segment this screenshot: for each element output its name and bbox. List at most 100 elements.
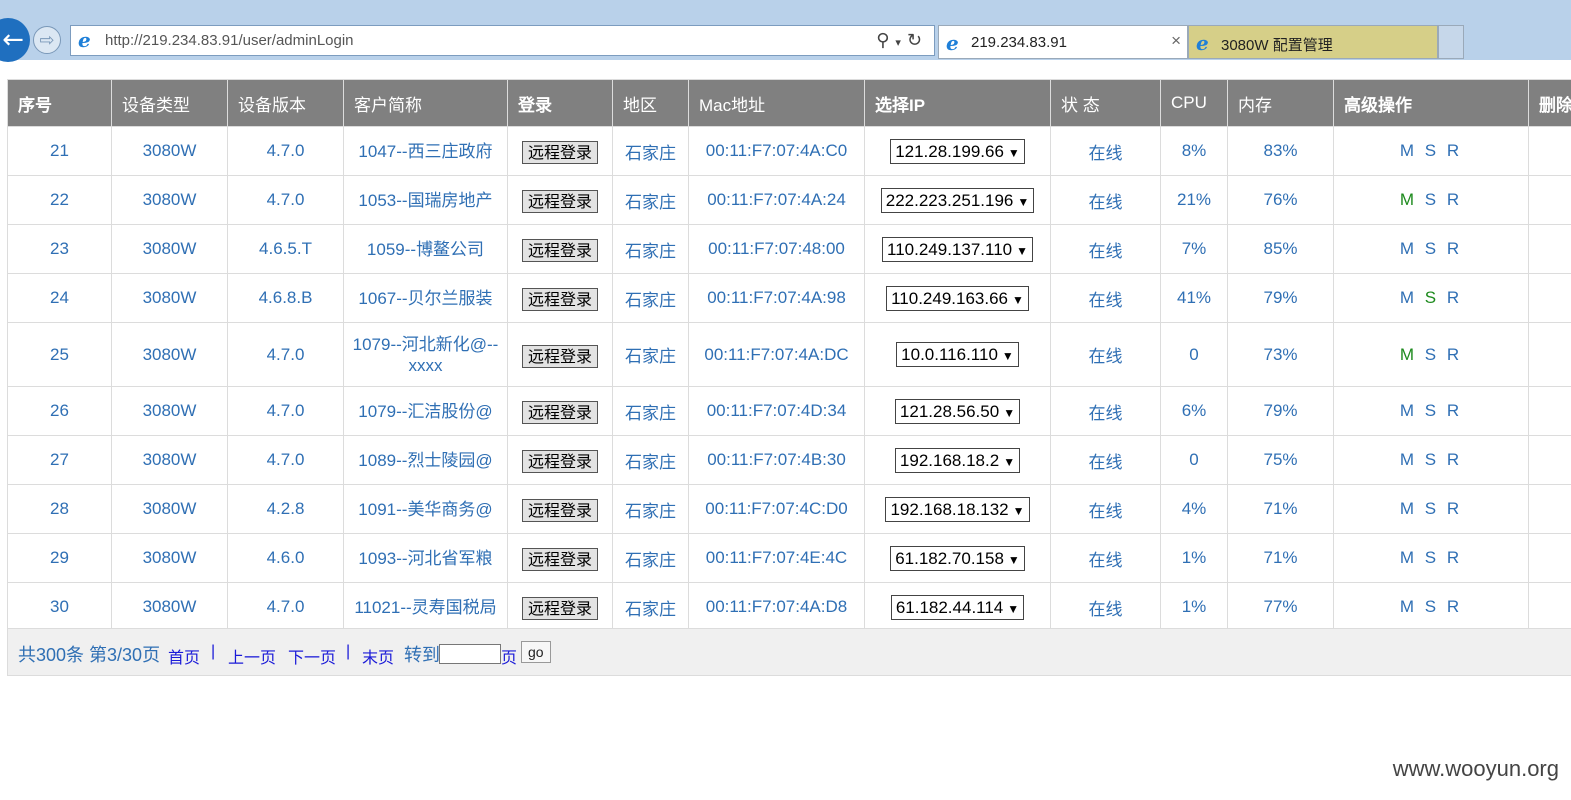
ip-cell: 222.223.251.196 ▼ bbox=[864, 175, 1051, 225]
close-icon[interactable]: × bbox=[1171, 31, 1181, 51]
delete-cell[interactable] bbox=[1528, 582, 1571, 632]
last-page-link[interactable]: 末页 bbox=[362, 644, 394, 668]
op-s-link[interactable]: S bbox=[1425, 499, 1439, 518]
op-s-link[interactable]: S bbox=[1425, 401, 1439, 420]
op-m-link[interactable]: M bbox=[1400, 141, 1417, 160]
next-page-link[interactable]: 下一页 bbox=[288, 644, 336, 668]
op-r-link[interactable]: R bbox=[1447, 141, 1462, 160]
delete-cell[interactable] bbox=[1528, 322, 1571, 387]
new-tab-button[interactable] bbox=[1438, 25, 1464, 59]
op-s-link[interactable]: S bbox=[1425, 597, 1439, 616]
remote-login-button[interactable]: 远程登录 bbox=[521, 597, 598, 620]
refresh-icon[interactable]: ↻ bbox=[907, 30, 928, 51]
ip-select[interactable]: 61.182.70.158 ▼ bbox=[890, 545, 1025, 571]
op-r-link[interactable]: R bbox=[1447, 345, 1462, 364]
op-m-link[interactable]: M bbox=[1400, 239, 1417, 258]
delete-cell[interactable] bbox=[1528, 533, 1571, 583]
delete-cell[interactable] bbox=[1528, 224, 1571, 274]
ip-select[interactable]: 121.28.199.66 ▼ bbox=[890, 138, 1025, 164]
op-m-link[interactable]: M bbox=[1400, 190, 1417, 209]
op-m-link[interactable]: M bbox=[1400, 345, 1417, 364]
remote-login-button[interactable]: 远程登录 bbox=[521, 450, 598, 473]
prev-page-link[interactable]: 上一页 bbox=[228, 644, 276, 668]
ip-select[interactable]: 222.223.251.196 ▼ bbox=[880, 187, 1035, 213]
ip-select[interactable]: 110.249.163.66 ▼ bbox=[886, 285, 1029, 311]
ip-select-value: 121.28.199.66 bbox=[895, 141, 1004, 161]
op-r-link[interactable]: R bbox=[1447, 597, 1462, 616]
remote-login-button[interactable]: 远程登录 bbox=[521, 344, 598, 368]
op-r-link[interactable]: R bbox=[1447, 450, 1462, 469]
op-m-link[interactable]: M bbox=[1400, 450, 1417, 469]
browser-toolbar: ← ⇨ e http://219.234.83.91/user/adminLog… bbox=[0, 0, 1571, 62]
table-row: 28 3080W 4.2.8 1091--美华商务@ 远程登录 石家庄 00:11:F7:0… bbox=[7, 484, 1571, 534]
delete-cell[interactable] bbox=[1528, 435, 1571, 485]
search-icon[interactable]: ⚲ bbox=[876, 30, 895, 51]
remote-login-button[interactable]: 远程登录 bbox=[521, 288, 598, 311]
region: 石家庄 bbox=[612, 386, 689, 436]
op-r-link[interactable]: R bbox=[1447, 401, 1462, 420]
go-button[interactable]: go bbox=[521, 641, 551, 663]
address-bar[interactable]: e http://219.234.83.91/user/adminLogin ⚲… bbox=[70, 25, 935, 56]
op-m-link[interactable]: M bbox=[1400, 401, 1417, 420]
op-s-link[interactable]: S bbox=[1425, 288, 1439, 307]
header-mac: Mac地址 bbox=[688, 79, 865, 127]
tab-config-management[interactable]: e 3080W 配置管理 bbox=[1188, 25, 1438, 59]
ip-select[interactable]: 10.0.116.110 ▼ bbox=[896, 342, 1019, 367]
advanced-ops: M S R bbox=[1333, 126, 1529, 176]
ip-select-value: 192.168.18.2 bbox=[899, 450, 1000, 470]
table-row: 23 3080W 4.6.5.T 1059--博鳌公司 远程登录 石家庄 00:11:F7:… bbox=[7, 224, 1571, 274]
op-s-link[interactable]: S bbox=[1425, 548, 1439, 567]
op-s-link[interactable]: S bbox=[1425, 239, 1439, 258]
op-s-link[interactable]: S bbox=[1425, 345, 1439, 364]
status-text: 在线 bbox=[1050, 435, 1161, 485]
op-m-link[interactable]: M bbox=[1400, 548, 1417, 567]
tab-admin-login[interactable]: e 219.234.83.91 × bbox=[938, 25, 1188, 59]
ip-select[interactable]: 121.28.56.50 ▼ bbox=[894, 398, 1021, 424]
op-r-link[interactable]: R bbox=[1447, 288, 1462, 307]
customer-name: 11021--灵寿国税局 bbox=[343, 582, 508, 632]
device-type: 3080W bbox=[111, 582, 228, 632]
delete-cell[interactable] bbox=[1528, 126, 1571, 176]
remote-login-button[interactable]: 远程登录 bbox=[521, 190, 598, 213]
advanced-ops: M S R bbox=[1333, 435, 1529, 485]
ip-select[interactable]: 61.182.44.114 ▼ bbox=[890, 594, 1025, 620]
login-cell: 远程登录 bbox=[507, 273, 613, 323]
remote-login-button[interactable]: 远程登录 bbox=[521, 499, 598, 522]
device-version: 4.7.0 bbox=[227, 386, 344, 436]
ip-select[interactable]: 110.249.137.110 ▼ bbox=[882, 236, 1033, 262]
first-page-link[interactable]: 首页 bbox=[168, 644, 200, 668]
op-r-link[interactable]: R bbox=[1447, 499, 1462, 518]
back-button[interactable]: ← bbox=[0, 18, 30, 62]
delete-cell[interactable] bbox=[1528, 175, 1571, 225]
remote-login-button[interactable]: 远程登录 bbox=[521, 141, 598, 164]
login-cell: 远程登录 bbox=[507, 582, 613, 632]
op-m-link[interactable]: M bbox=[1400, 499, 1417, 518]
ip-select[interactable]: 192.168.18.132 ▼ bbox=[885, 496, 1030, 522]
dropdown-icon[interactable]: ▾ bbox=[895, 36, 907, 49]
delete-cell[interactable] bbox=[1528, 386, 1571, 436]
remote-login-button[interactable]: 远程登录 bbox=[521, 401, 598, 424]
memory-usage: 77% bbox=[1227, 582, 1334, 632]
url-text[interactable]: http://219.234.83.91/user/adminLogin bbox=[105, 32, 354, 49]
ip-cell: 61.182.44.114 ▼ bbox=[864, 582, 1051, 632]
login-cell: 远程登录 bbox=[507, 224, 613, 274]
op-m-link[interactable]: M bbox=[1400, 597, 1417, 616]
op-r-link[interactable]: R bbox=[1447, 190, 1462, 209]
remote-login-button[interactable]: 远程登录 bbox=[521, 548, 598, 571]
header-status: 状 态 bbox=[1050, 79, 1161, 127]
forward-button[interactable]: ⇨ bbox=[33, 26, 61, 54]
header-memory: 内存 bbox=[1227, 79, 1334, 127]
op-s-link[interactable]: S bbox=[1425, 141, 1439, 160]
remote-login-button[interactable]: 远程登录 bbox=[521, 239, 598, 262]
op-r-link[interactable]: R bbox=[1447, 239, 1462, 258]
op-r-link[interactable]: R bbox=[1447, 548, 1462, 567]
ip-select[interactable]: 192.168.18.2 ▼ bbox=[894, 447, 1021, 473]
cpu-usage: 0 bbox=[1160, 435, 1228, 485]
goto-page-input[interactable] bbox=[439, 644, 501, 664]
delete-cell[interactable] bbox=[1528, 273, 1571, 323]
delete-cell[interactable] bbox=[1528, 484, 1571, 534]
customer-name: 1091--美华商务@ bbox=[343, 484, 508, 534]
op-s-link[interactable]: S bbox=[1425, 450, 1439, 469]
op-m-link[interactable]: M bbox=[1400, 288, 1417, 307]
op-s-link[interactable]: S bbox=[1425, 190, 1439, 209]
